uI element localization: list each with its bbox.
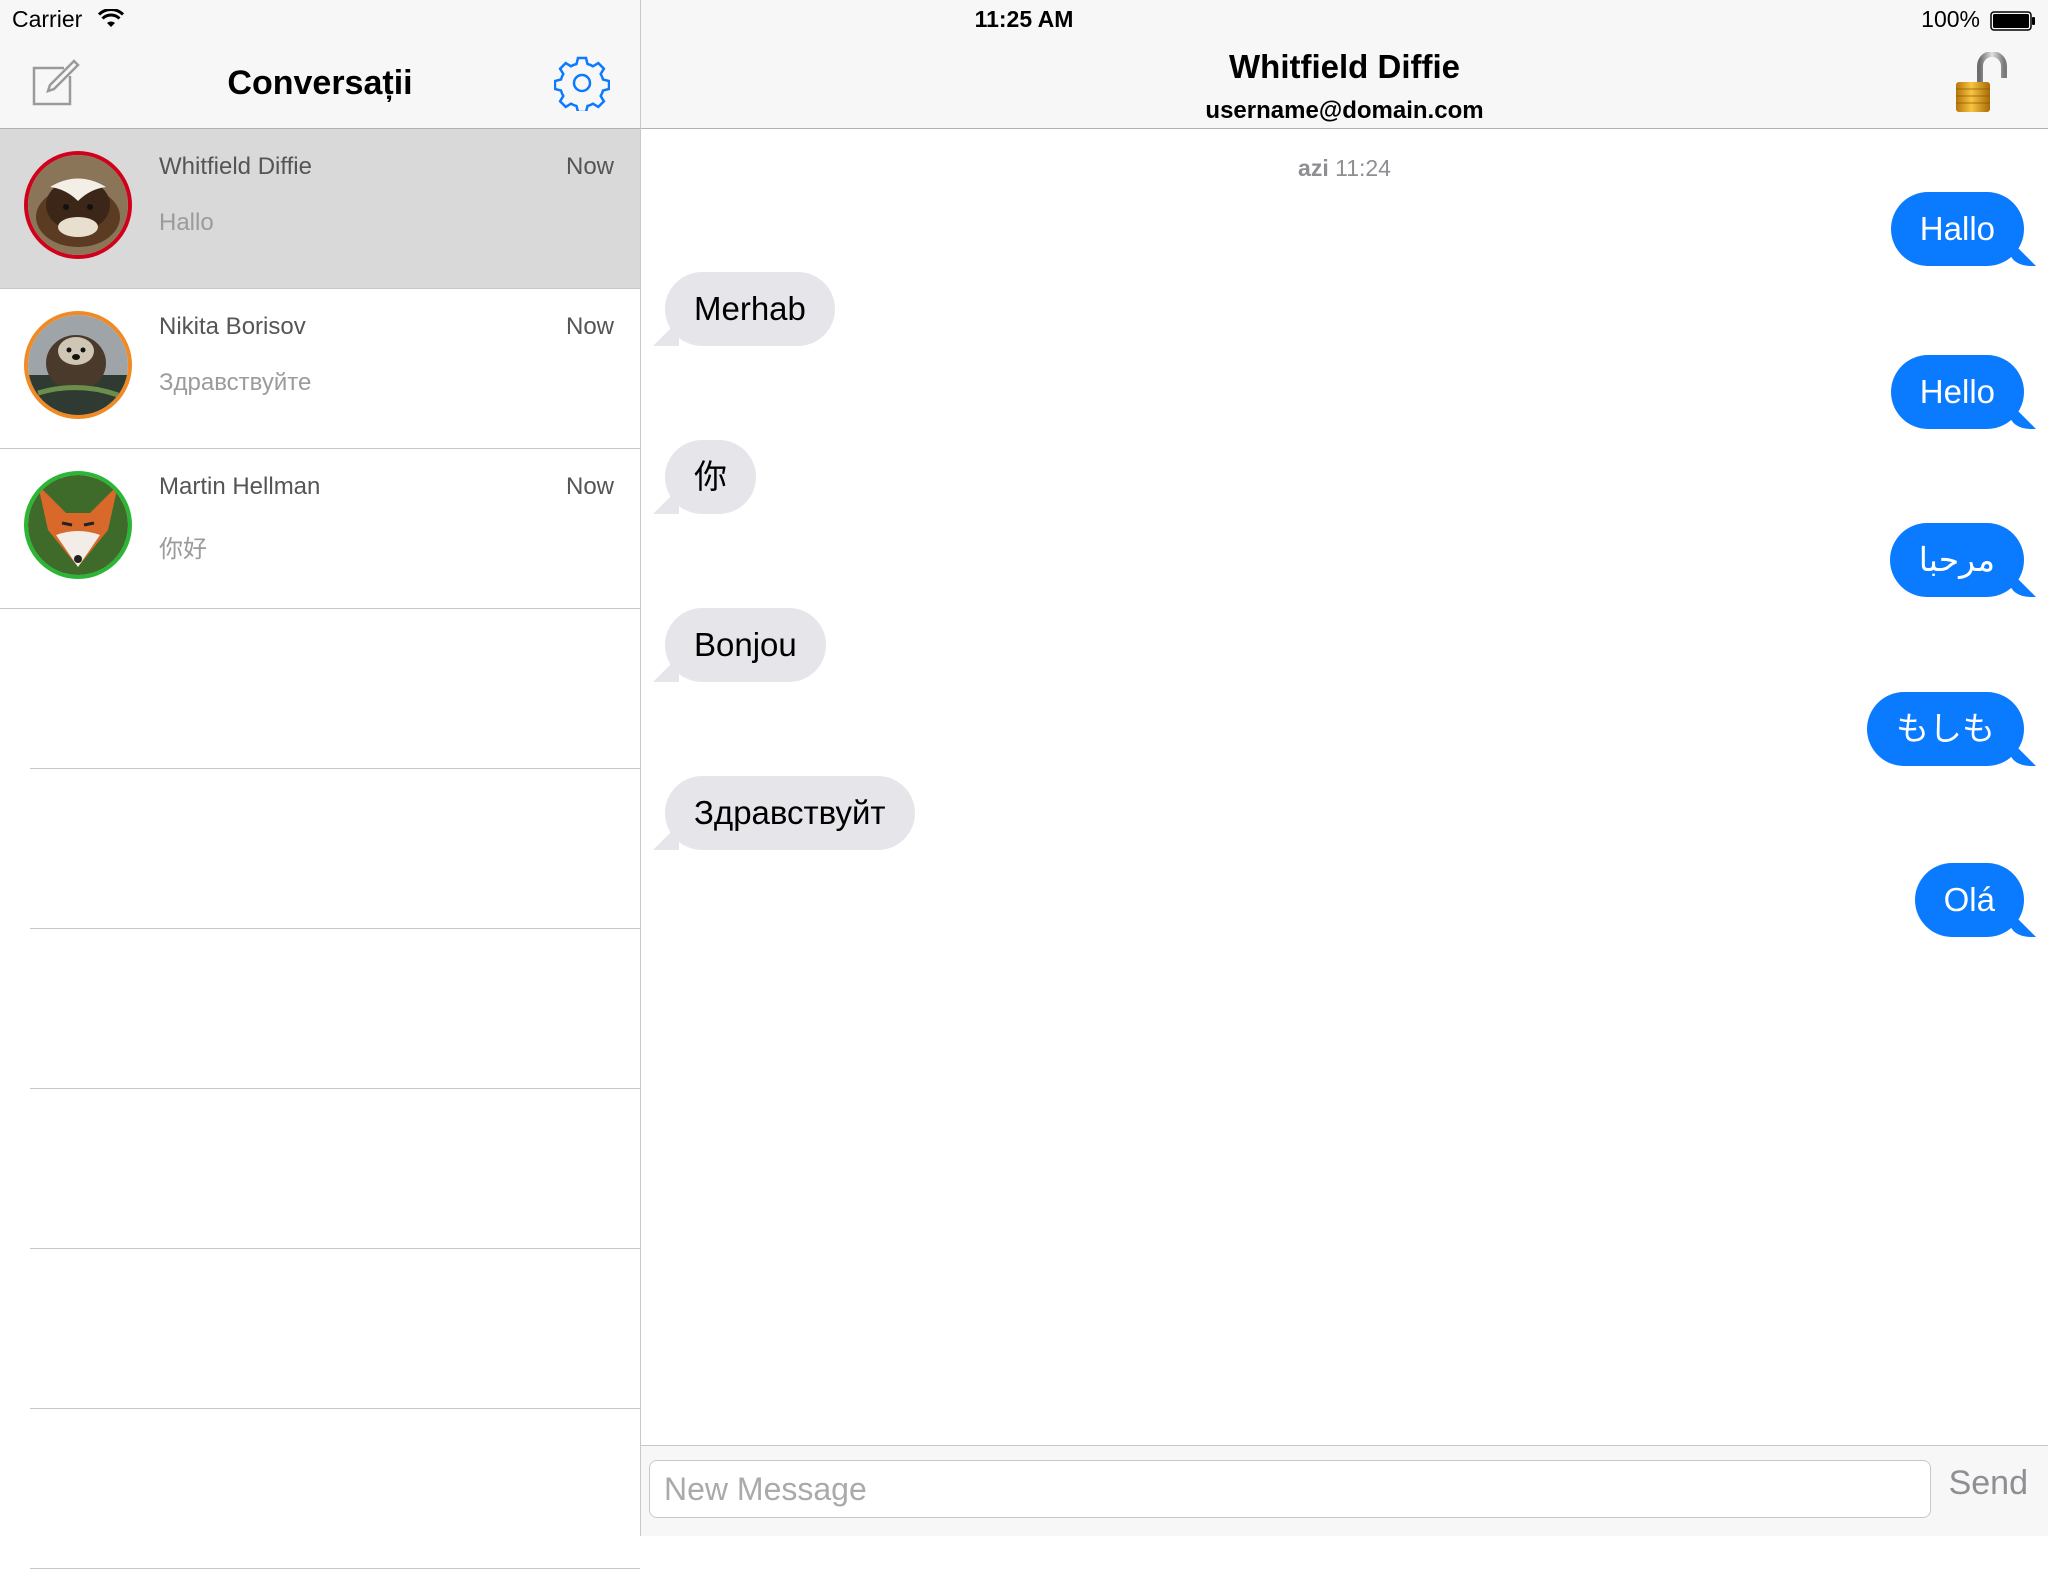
- message-bubble-incoming[interactable]: 你: [665, 440, 756, 514]
- message-bubble-incoming[interactable]: Bonjou: [665, 608, 826, 682]
- avatar-otter: [24, 311, 132, 419]
- status-bar: Carrier 11:25 AM 100%: [0, 0, 2048, 40]
- empty-row: [30, 1249, 640, 1409]
- message-composer: Send: [641, 1445, 2048, 1536]
- new-message-input[interactable]: [649, 1460, 1931, 1518]
- conversation-time: Now: [565, 473, 614, 500]
- conversation-row-nikita-borisov[interactable]: Nikita Borisov Now Здравствуйте: [0, 289, 640, 449]
- conversation-preview: Здравствуйте: [159, 369, 312, 396]
- message-bubble-incoming[interactable]: Здравствуйт: [665, 776, 915, 850]
- contact-name: Whitfield Diffie: [1229, 48, 1460, 85]
- contact-email: username@domain.com: [1205, 97, 1484, 124]
- timestamp-time: 11:24: [1335, 155, 1391, 181]
- empty-row: [30, 929, 640, 1089]
- conversation-name: Martin Hellman: [159, 473, 321, 500]
- conversations-pane: Conversații Whitfield Diffie Now Hallo N…: [0, 0, 641, 1569]
- chat-pane: Whitfield Diffie username@domain.com azi…: [641, 0, 2048, 1536]
- message-bubble-outgoing[interactable]: もしも: [1867, 692, 2024, 766]
- message-bubble-outgoing[interactable]: Hello: [1890, 355, 2024, 429]
- conversation-preview: 你好: [159, 536, 207, 563]
- conversation-preview: Hallo: [159, 209, 214, 236]
- conversation-row-whitfield-diffie[interactable]: Whitfield Diffie Now Hallo: [0, 129, 640, 289]
- status-time: 11:25 AM: [974, 6, 1074, 32]
- conversation-time: Now: [565, 313, 614, 340]
- avatar-fox: [24, 471, 132, 579]
- conversation-list: Whitfield Diffie Now Hallo Nikita Boriso…: [0, 129, 640, 1569]
- send-button[interactable]: Send: [1949, 1464, 2028, 1503]
- empty-row: [30, 769, 640, 929]
- message-bubble-outgoing[interactable]: Olá: [1914, 863, 2024, 937]
- battery-percentage: 100%: [1921, 6, 1980, 32]
- message-thread: azi 11:24 Hallo Merhab Hello 你 مرحبا Bon…: [641, 129, 2048, 1444]
- conversation-time: Now: [565, 153, 614, 180]
- message-bubble-outgoing[interactable]: Hallo: [1890, 192, 2024, 266]
- message-bubble-outgoing[interactable]: مرحبا: [1889, 523, 2024, 597]
- conversation-name: Nikita Borisov: [159, 313, 306, 340]
- gear-icon[interactable]: [554, 55, 610, 111]
- empty-row: [30, 609, 640, 769]
- conversation-name: Whitfield Diffie: [159, 153, 312, 180]
- battery-icon: [1990, 11, 2035, 31]
- conversations-title: Conversații: [227, 64, 413, 102]
- avatar-badger: [24, 151, 132, 259]
- message-bubble-incoming[interactable]: Merhab: [665, 272, 835, 346]
- thread-timestamp: azi 11:24: [641, 155, 2048, 182]
- timestamp-day: azi: [1298, 155, 1329, 181]
- unlocked-padlock-icon[interactable]: [1954, 52, 2010, 114]
- empty-row: [30, 1089, 640, 1249]
- empty-row: [30, 1409, 640, 1569]
- conversation-row-martin-hellman[interactable]: Martin Hellman Now 你好: [0, 449, 640, 609]
